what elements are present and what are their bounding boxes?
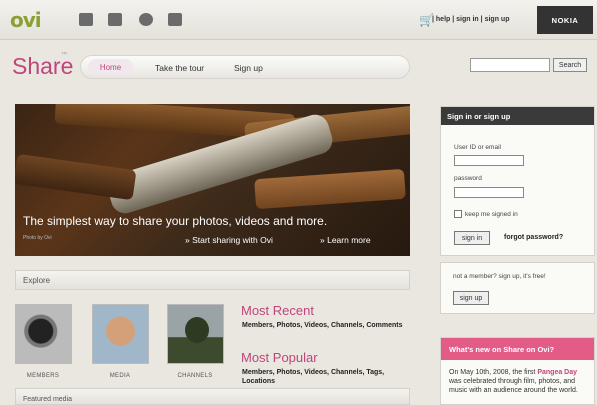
- search-button[interactable]: Search: [553, 58, 587, 72]
- camera-icon[interactable]: [79, 13, 93, 26]
- sign-in-link[interactable]: sign in: [456, 16, 479, 23]
- members-thumbnail[interactable]: [15, 304, 72, 364]
- tree-shape: [185, 317, 209, 343]
- top-links: | help | sign in | sign up: [432, 16, 510, 23]
- media-thumbnail[interactable]: [92, 304, 149, 364]
- password-input[interactable]: [454, 187, 524, 198]
- grid-icon[interactable]: [168, 13, 182, 26]
- forgot-password-link[interactable]: forgot password?: [504, 234, 563, 241]
- signin-header: Sign in or sign up: [441, 107, 594, 125]
- password-label: password: [454, 175, 482, 182]
- learn-more-link[interactable]: » Learn more: [320, 235, 371, 245]
- hero-tagline: The simplest way to share your photos, v…: [23, 214, 328, 228]
- keep-signed-in-label: keep me signed in: [465, 211, 518, 218]
- sign-in-button[interactable]: sign in: [454, 231, 490, 245]
- explore-title: Explore: [23, 276, 51, 285]
- hero-image-log: [15, 153, 137, 201]
- most-recent-links[interactable]: Members, Photos, Videos, Channels, Comme…: [242, 321, 407, 330]
- news-panel: What's new on Share on Ovi? On May 10th,…: [440, 337, 595, 405]
- nav-signup[interactable]: Sign up: [234, 63, 263, 73]
- channels-label[interactable]: CHANNELS: [165, 373, 225, 379]
- top-bar: ovi 🛒 | help | sign in | sign up NOKIA: [0, 0, 597, 40]
- hero-banner: The simplest way to share your photos, v…: [15, 104, 410, 256]
- hero-credit: Photo by Ovi: [23, 235, 52, 241]
- ovi-logo[interactable]: ovi: [10, 8, 42, 32]
- news-header: What's new on Share on Ovi?: [441, 338, 594, 360]
- most-popular-title[interactable]: Most Popular: [241, 350, 318, 365]
- not-member-text: not a member? sign up, it's free!: [453, 273, 546, 280]
- explore-header: Explore: [15, 270, 410, 290]
- nokia-logo[interactable]: NOKIA: [537, 6, 593, 34]
- channels-thumbnail[interactable]: [167, 304, 224, 364]
- pangea-day-link[interactable]: Pangea Day: [537, 369, 577, 376]
- most-recent-title[interactable]: Most Recent: [241, 303, 314, 318]
- signin-panel: Sign in or sign up User ID or email pass…: [440, 106, 595, 256]
- hero-image-log: [254, 168, 406, 210]
- start-sharing-link[interactable]: » Start sharing with Ovi: [185, 235, 273, 245]
- nav-tour[interactable]: Take the tour: [155, 63, 204, 73]
- sign-up-link[interactable]: sign up: [485, 16, 510, 23]
- help-link[interactable]: help: [436, 16, 450, 23]
- search-input[interactable]: [470, 58, 550, 72]
- nav-home[interactable]: Home: [88, 59, 133, 75]
- news-text: On May 10th, 2008, the first Pangea Day …: [449, 369, 578, 394]
- user-id-label: User ID or email: [454, 144, 501, 151]
- globe-icon[interactable]: [139, 13, 153, 26]
- members-label[interactable]: MEMBERS: [13, 373, 73, 379]
- keep-signed-in-checkbox[interactable]: [454, 210, 462, 218]
- music-icon[interactable]: [108, 13, 122, 26]
- most-popular-links[interactable]: Members, Photos, Videos, Channels, Tags,…: [242, 368, 407, 386]
- main-nav: Home Take the tour Sign up: [80, 55, 410, 79]
- media-label[interactable]: MEDIA: [90, 373, 150, 379]
- sign-up-button[interactable]: sign up: [453, 291, 489, 305]
- beta-badge: ™: [61, 52, 67, 58]
- featured-title: Featured media: [23, 396, 73, 403]
- member-panel: not a member? sign up, it's free! sign u…: [440, 262, 595, 314]
- featured-header: Featured media: [15, 388, 410, 405]
- user-id-input[interactable]: [454, 155, 524, 166]
